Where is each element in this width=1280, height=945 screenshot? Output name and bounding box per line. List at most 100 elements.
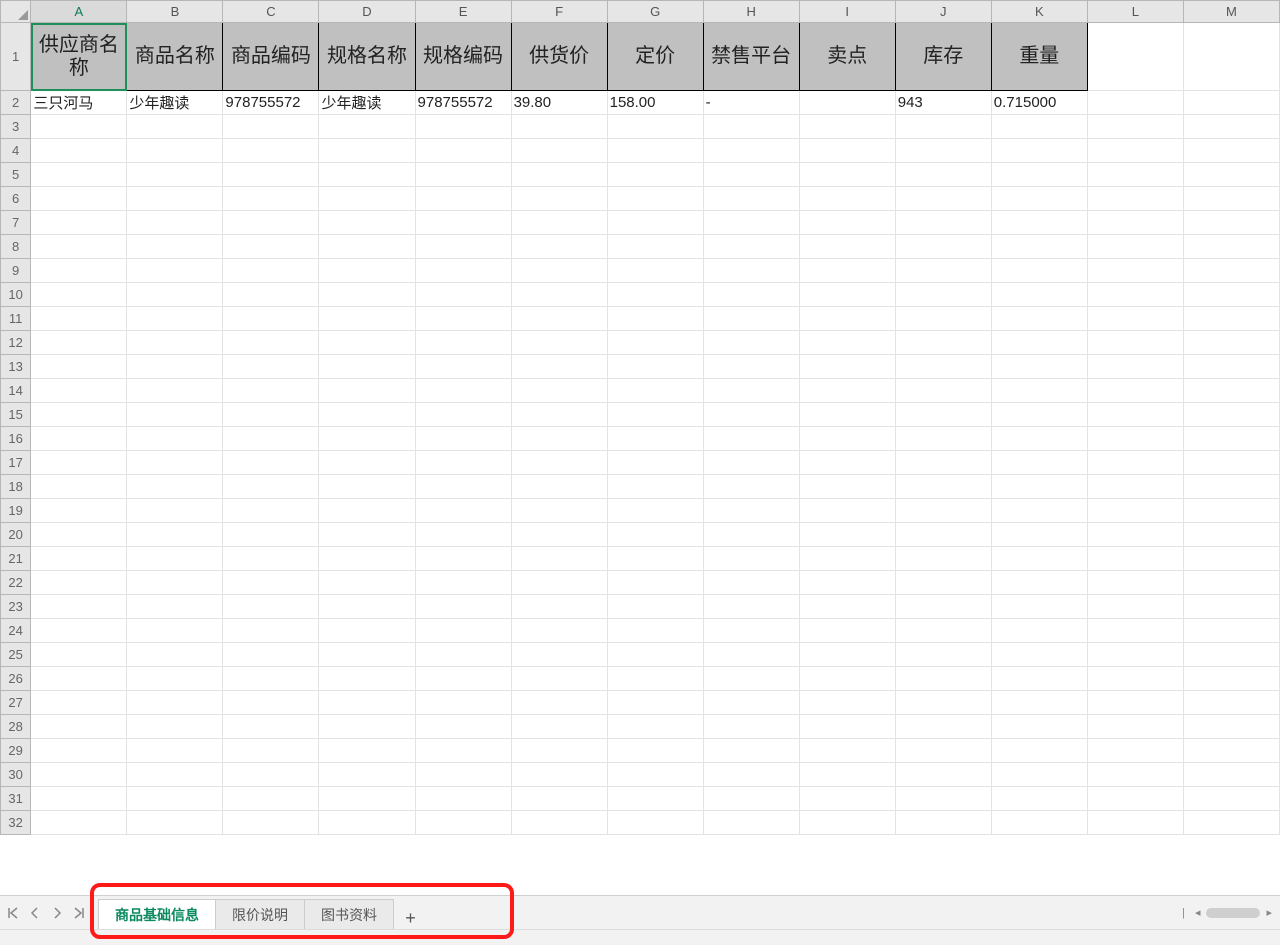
cell-C29[interactable] <box>223 739 319 763</box>
cell-M28[interactable] <box>1183 715 1279 739</box>
row-header-5[interactable]: 5 <box>1 163 31 187</box>
cell-F32[interactable] <box>511 811 607 835</box>
cell-K7[interactable] <box>991 211 1087 235</box>
row-header-11[interactable]: 11 <box>1 307 31 331</box>
row-header-30[interactable]: 30 <box>1 763 31 787</box>
cell-L14[interactable] <box>1087 379 1183 403</box>
cell-H28[interactable] <box>703 715 799 739</box>
cell-I26[interactable] <box>799 667 895 691</box>
cell-J5[interactable] <box>895 163 991 187</box>
row-header-12[interactable]: 12 <box>1 331 31 355</box>
cell-M31[interactable] <box>1183 787 1279 811</box>
scroll-right-icon[interactable]: ▸ <box>1262 906 1276 919</box>
cell-I6[interactable] <box>799 187 895 211</box>
cell-F12[interactable] <box>511 331 607 355</box>
cell-A27[interactable] <box>31 691 127 715</box>
cell-H9[interactable] <box>703 259 799 283</box>
cell-A15[interactable] <box>31 403 127 427</box>
cell-F17[interactable] <box>511 451 607 475</box>
cell-I19[interactable] <box>799 499 895 523</box>
cell-J3[interactable] <box>895 115 991 139</box>
cell-K19[interactable] <box>991 499 1087 523</box>
cell-D27[interactable] <box>319 691 415 715</box>
cell-A16[interactable] <box>31 427 127 451</box>
row-header-4[interactable]: 4 <box>1 139 31 163</box>
cell-D6[interactable] <box>319 187 415 211</box>
cell-E11[interactable] <box>415 307 511 331</box>
tab-nav-last-icon[interactable] <box>70 904 88 922</box>
cell-E31[interactable] <box>415 787 511 811</box>
cell-D7[interactable] <box>319 211 415 235</box>
cell-G9[interactable] <box>607 259 703 283</box>
cell-M7[interactable] <box>1183 211 1279 235</box>
cell-D24[interactable] <box>319 619 415 643</box>
cell-K28[interactable] <box>991 715 1087 739</box>
cell-C21[interactable] <box>223 547 319 571</box>
cell-K16[interactable] <box>991 427 1087 451</box>
row-header-32[interactable]: 32 <box>1 811 31 835</box>
row-header-15[interactable]: 15 <box>1 403 31 427</box>
cell-I17[interactable] <box>799 451 895 475</box>
cell-E5[interactable] <box>415 163 511 187</box>
cell-M30[interactable] <box>1183 763 1279 787</box>
col-header-M[interactable]: M <box>1183 1 1279 23</box>
cell-I13[interactable] <box>799 355 895 379</box>
cell-A26[interactable] <box>31 667 127 691</box>
sheet-tab-price-limit[interactable]: 限价说明 <box>215 899 305 929</box>
cell-M16[interactable] <box>1183 427 1279 451</box>
cell-L9[interactable] <box>1087 259 1183 283</box>
cell-E29[interactable] <box>415 739 511 763</box>
cell-J28[interactable] <box>895 715 991 739</box>
col-header-C[interactable]: C <box>223 1 319 23</box>
cell-M22[interactable] <box>1183 571 1279 595</box>
cell-H3[interactable] <box>703 115 799 139</box>
cell-I16[interactable] <box>799 427 895 451</box>
row-header-8[interactable]: 8 <box>1 235 31 259</box>
cell-C28[interactable] <box>223 715 319 739</box>
cell-B19[interactable] <box>127 499 223 523</box>
cell-L27[interactable] <box>1087 691 1183 715</box>
cell-I20[interactable] <box>799 523 895 547</box>
cell-K1[interactable]: 重量 <box>991 23 1087 91</box>
cell-F14[interactable] <box>511 379 607 403</box>
cell-G20[interactable] <box>607 523 703 547</box>
cell-D18[interactable] <box>319 475 415 499</box>
cell-M12[interactable] <box>1183 331 1279 355</box>
cell-H29[interactable] <box>703 739 799 763</box>
cell-D20[interactable] <box>319 523 415 547</box>
cell-A19[interactable] <box>31 499 127 523</box>
cell-D21[interactable] <box>319 547 415 571</box>
cell-K18[interactable] <box>991 475 1087 499</box>
cell-I28[interactable] <box>799 715 895 739</box>
cell-G22[interactable] <box>607 571 703 595</box>
cell-L28[interactable] <box>1087 715 1183 739</box>
cell-H13[interactable] <box>703 355 799 379</box>
cell-I2[interactable] <box>799 91 895 115</box>
row-header-21[interactable]: 21 <box>1 547 31 571</box>
cell-B27[interactable] <box>127 691 223 715</box>
cell-B13[interactable] <box>127 355 223 379</box>
cell-H18[interactable] <box>703 475 799 499</box>
cell-C25[interactable] <box>223 643 319 667</box>
cell-E23[interactable] <box>415 595 511 619</box>
cell-E17[interactable] <box>415 451 511 475</box>
cell-D15[interactable] <box>319 403 415 427</box>
cell-C7[interactable] <box>223 211 319 235</box>
cell-I8[interactable] <box>799 235 895 259</box>
col-header-F[interactable]: F <box>511 1 607 23</box>
cell-C12[interactable] <box>223 331 319 355</box>
cell-F21[interactable] <box>511 547 607 571</box>
cell-G10[interactable] <box>607 283 703 307</box>
cell-C17[interactable] <box>223 451 319 475</box>
cell-F1[interactable]: 供货价 <box>511 23 607 91</box>
cell-L18[interactable] <box>1087 475 1183 499</box>
row-header-6[interactable]: 6 <box>1 187 31 211</box>
cell-C31[interactable] <box>223 787 319 811</box>
cell-I1[interactable]: 卖点 <box>799 23 895 91</box>
row-header-17[interactable]: 17 <box>1 451 31 475</box>
cell-B1[interactable]: 商品名称 <box>127 23 223 91</box>
cell-C14[interactable] <box>223 379 319 403</box>
cell-K25[interactable] <box>991 643 1087 667</box>
cell-E19[interactable] <box>415 499 511 523</box>
cell-H4[interactable] <box>703 139 799 163</box>
